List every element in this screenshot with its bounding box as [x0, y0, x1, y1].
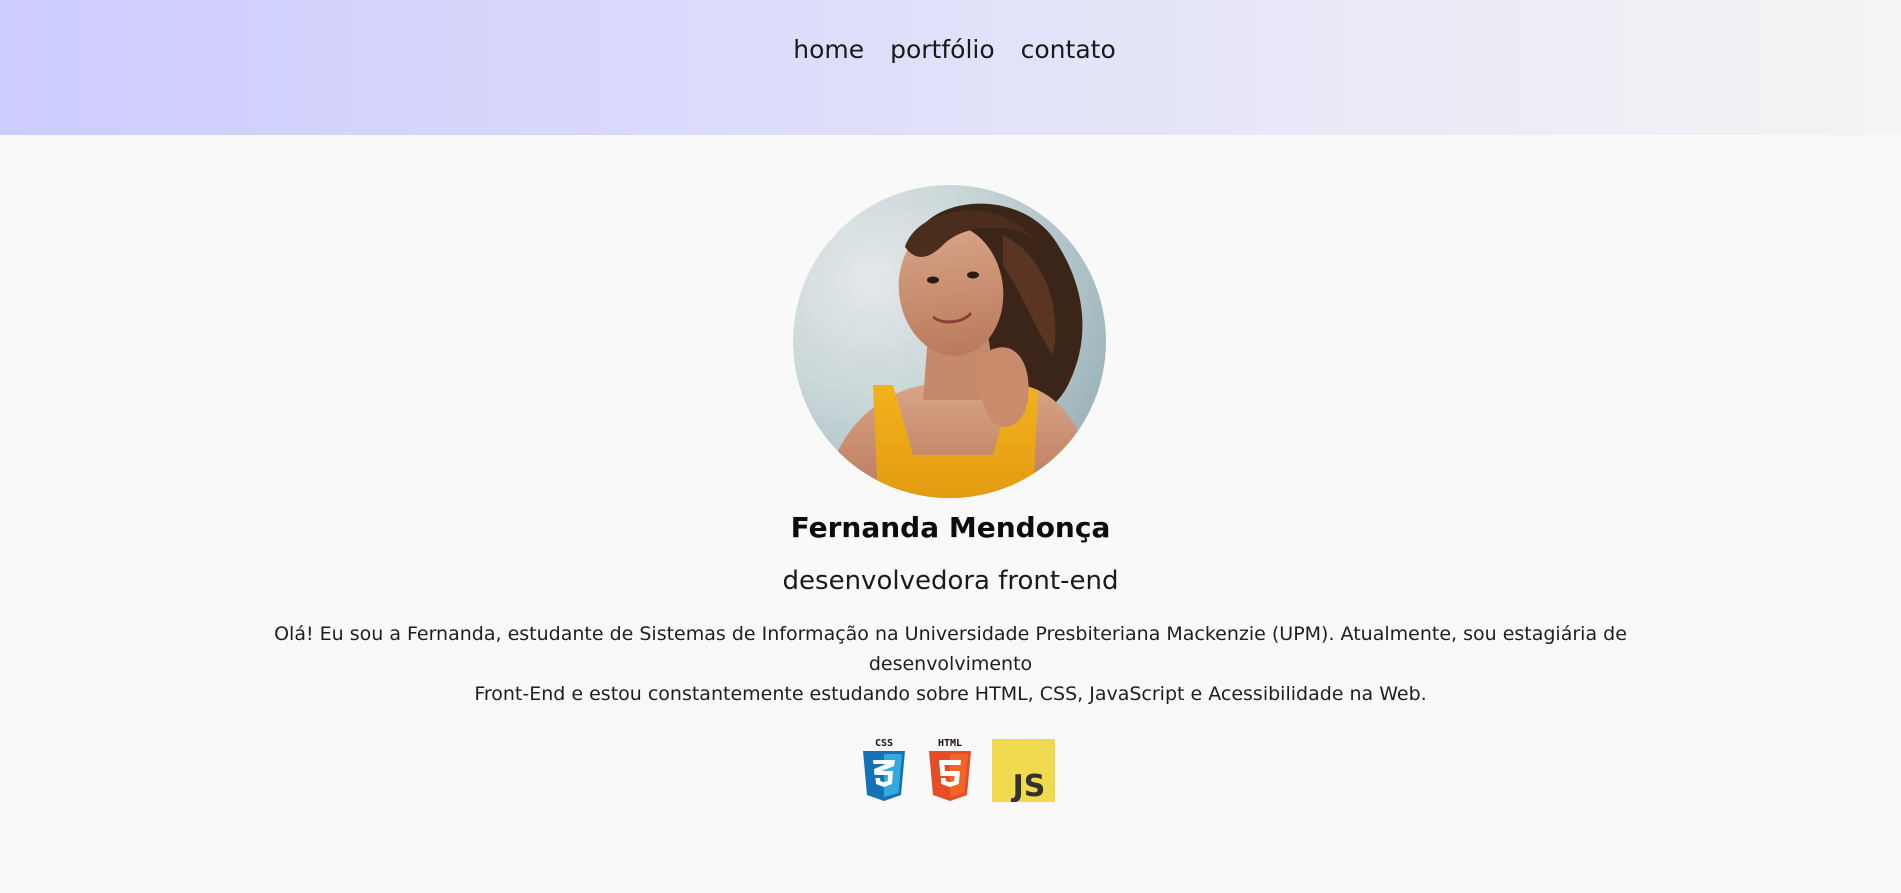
profile-role: desenvolvedora front-end	[782, 566, 1119, 596]
javascript-icon: JS	[992, 739, 1055, 802]
svg-text:JS: JS	[1011, 769, 1046, 802]
bio-line: Olá! Eu sou a Fernanda, estudante de Sis…	[274, 623, 1627, 675]
profile-avatar	[793, 185, 1106, 498]
site-header: home portfólio contato	[0, 0, 1901, 135]
profile-photo	[793, 185, 1106, 498]
nav-link-home[interactable]: home	[793, 33, 864, 67]
main-nav: home portfólio contato	[0, 33, 1901, 67]
nav-link-portfolio[interactable]: portfólio	[890, 33, 995, 67]
svg-text:CSS: CSS	[875, 738, 893, 749]
svg-text:HTML: HTML	[938, 738, 962, 749]
profile-bio: Olá! Eu sou a Fernanda, estudante de Sis…	[200, 619, 1701, 709]
html5-icon: HTML	[929, 738, 971, 801]
nav-link-contato[interactable]: contato	[1021, 33, 1116, 67]
profile-name: Fernanda Mendonça	[790, 511, 1111, 544]
css3-icon: CSS	[863, 738, 905, 801]
bio-line: Front-End e estou constantemente estudan…	[474, 683, 1427, 705]
tech-icons: CSS HTML JS	[0, 736, 1901, 802]
